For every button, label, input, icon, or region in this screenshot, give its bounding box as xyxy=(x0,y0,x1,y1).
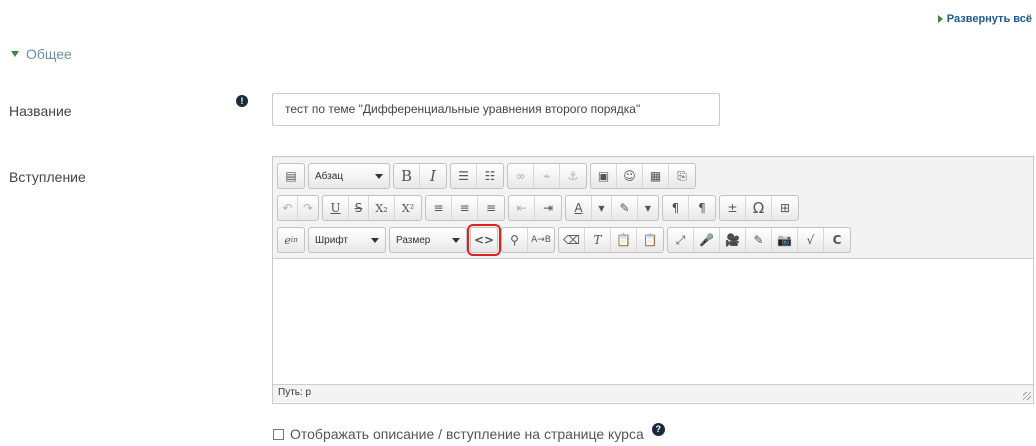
indent-icon[interactable]: ⇥ xyxy=(535,196,561,220)
paragraph-dropdown-label: Абзац xyxy=(315,170,344,182)
show-description-label: Отображать описание / вступление на стра… xyxy=(290,426,644,442)
template-icon[interactable]: ⎘ xyxy=(669,164,695,188)
editor-path: Путь: p xyxy=(278,387,312,398)
font-dropdown-label: Шрифт xyxy=(315,234,348,246)
resize-handle-icon[interactable] xyxy=(1023,392,1031,400)
paste-word-icon[interactable]: 📋 xyxy=(637,228,663,252)
paragraph-dropdown[interactable]: Абзац xyxy=(308,163,390,189)
unlink-icon[interactable]: ⌁ xyxy=(534,164,560,188)
rtl-icon[interactable]: ¶ xyxy=(689,196,715,220)
chevron-down-icon xyxy=(371,237,379,243)
chevron-down-icon xyxy=(375,173,383,179)
show-description-row: Отображать описание / вступление на стра… xyxy=(273,422,665,442)
text-color-icon[interactable]: A xyxy=(566,196,592,220)
required-icon: ! xyxy=(236,95,248,107)
fullscreen-icon[interactable]: ⤢ xyxy=(668,228,694,252)
text-color-dropdown[interactable]: ▼ xyxy=(592,196,612,220)
cleanup-icon[interactable]: ⌫ xyxy=(559,228,585,252)
numbered-list-icon[interactable]: ☷ xyxy=(477,164,503,188)
special-chars-icon[interactable]: Ω xyxy=(746,196,772,220)
redo-icon[interactable]: ↷ xyxy=(298,196,318,220)
media-icon[interactable]: ▦ xyxy=(643,164,669,188)
record-video-icon[interactable]: 🎥 xyxy=(720,228,746,252)
collapse-arrow-icon xyxy=(11,51,19,57)
font-dropdown[interactable]: Шрифт xyxy=(308,227,386,253)
name-label: Название xyxy=(9,103,72,119)
draw-icon[interactable]: ✎ xyxy=(746,228,772,252)
bullet-list-icon[interactable]: ☰ xyxy=(451,164,477,188)
toolbar-row-2: ↶ ↷ U S X₂ X² ≡ ≡ ≡ ⇤ ⇥ A ▼ ✎ ▼ ¶ ¶ ± Ω … xyxy=(277,192,1029,224)
bold-icon[interactable]: B xyxy=(394,164,420,188)
name-input[interactable]: тест по теме "Дифференциальные уравнения… xyxy=(272,93,720,126)
replace-icon[interactable]: A→B xyxy=(528,228,554,252)
align-right-icon[interactable]: ≡ xyxy=(478,196,504,220)
math-icon[interactable]: √ xyxy=(798,228,824,252)
section-toggle-general[interactable]: Общее xyxy=(11,46,72,62)
section-title: Общее xyxy=(26,46,72,62)
search-icon[interactable]: ⚲ xyxy=(502,228,528,252)
expand-arrow-icon xyxy=(937,15,943,23)
anchor-icon[interactable]: ⚓ xyxy=(560,164,586,188)
superscript-icon[interactable]: X² xyxy=(395,196,421,220)
equation-icon[interactable]: e iπ xyxy=(278,228,304,252)
italic-icon[interactable]: I xyxy=(420,164,446,188)
chevron-down-icon xyxy=(452,237,460,243)
intro-label: Вступление xyxy=(9,169,86,185)
toolbar-row-1: ▤ Абзац B I ☰ ☷ ∞ ⌁ ⚓ ▣ ☺ ▦ ⎘ xyxy=(277,160,1029,192)
show-description-checkbox[interactable] xyxy=(273,428,284,440)
toolbar-row-3: e iπ Шрифт Размер <> ⚲ A→B ⌫ T 📋 📋 ⤢ 🎤 🎥… xyxy=(277,224,1029,256)
emoticon-icon[interactable]: ☺ xyxy=(617,164,643,188)
align-center-icon[interactable]: ≡ xyxy=(452,196,478,220)
expand-all-label: Развернуть всё xyxy=(946,13,1032,25)
outdent-icon[interactable]: ⇤ xyxy=(509,196,535,220)
editor-status-bar: Путь: p xyxy=(273,384,1033,402)
intro-editor: ▤ Абзац B I ☰ ☷ ∞ ⌁ ⚓ ▣ ☺ ▦ ⎘ ↶ ↷ U S X₂… xyxy=(272,156,1034,404)
expand-all-link[interactable]: Развернуть всё xyxy=(937,13,1032,25)
underline-icon[interactable]: U xyxy=(323,196,349,220)
strikethrough-icon[interactable]: S xyxy=(349,196,369,220)
record-audio-icon[interactable]: 🎤 xyxy=(694,228,720,252)
background-color-icon[interactable]: ✎ xyxy=(612,196,638,220)
help-icon[interactable]: ? xyxy=(651,422,665,436)
editor-content-area[interactable] xyxy=(273,259,1033,384)
image-icon[interactable]: ▣ xyxy=(591,164,617,188)
size-dropdown[interactable]: Размер xyxy=(389,227,467,253)
size-dropdown-label: Размер xyxy=(396,234,431,246)
camera-icon[interactable]: 📷 xyxy=(772,228,798,252)
paste-text-icon[interactable]: 📋 xyxy=(611,228,637,252)
align-left-icon[interactable]: ≡ xyxy=(426,196,452,220)
code-icon[interactable]: <> xyxy=(471,228,497,252)
ltr-icon[interactable]: ¶ xyxy=(663,196,689,220)
table-icon[interactable]: ⊞ xyxy=(772,196,798,220)
insert-line-icon[interactable]: ± xyxy=(720,196,746,220)
undo-icon[interactable]: ↶ xyxy=(278,196,298,220)
clear-format-icon[interactable]: T xyxy=(585,228,611,252)
background-color-dropdown[interactable]: ▼ xyxy=(638,196,658,220)
link-icon[interactable]: ∞ xyxy=(508,164,534,188)
show-toolbar-icon[interactable]: ▤ xyxy=(278,164,304,188)
loop-icon[interactable]: C xyxy=(824,228,850,252)
editor-toolbar: ▤ Абзац B I ☰ ☷ ∞ ⌁ ⚓ ▣ ☺ ▦ ⎘ ↶ ↷ U S X₂… xyxy=(273,157,1033,259)
subscript-icon[interactable]: X₂ xyxy=(369,196,395,220)
